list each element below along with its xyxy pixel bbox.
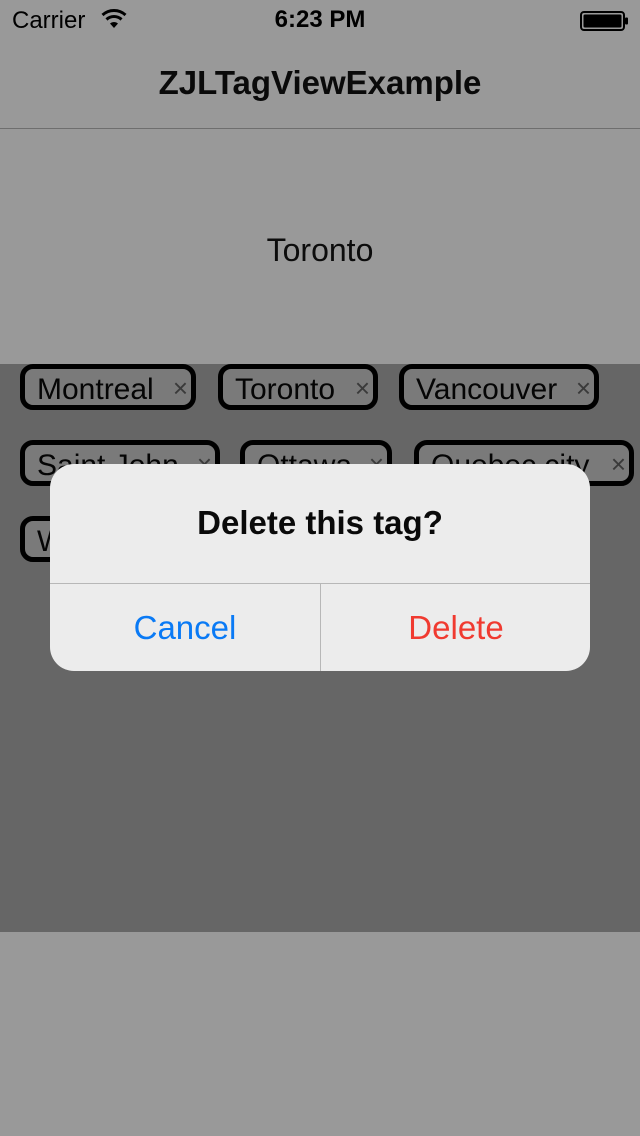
selected-tag-label: Toronto bbox=[266, 232, 374, 268]
cancel-button[interactable]: Cancel bbox=[50, 584, 320, 671]
clock: 6:23 PM bbox=[274, 6, 366, 33]
tag-toronto[interactable]: Toronto × bbox=[218, 364, 378, 410]
tag-vancouver[interactable]: Vancouver × bbox=[399, 364, 599, 410]
close-icon[interactable]: × bbox=[355, 373, 370, 404]
app-screen: Carrier 6:23 PM ZJLTagViewExample Toront… bbox=[0, 0, 640, 1136]
close-icon[interactable]: × bbox=[173, 373, 188, 404]
alert-title: Delete this tag? bbox=[197, 504, 443, 541]
tag-label: Toronto bbox=[235, 373, 336, 406]
tag-label: Montreal bbox=[37, 373, 154, 406]
tag-montreal[interactable]: Montreal × bbox=[20, 364, 196, 410]
delete-tag-alert: Delete this tag? Cancel Delete bbox=[50, 464, 590, 671]
status-bar: Carrier 6:23 PM bbox=[0, 0, 640, 40]
navigation-bar: ZJLTagViewExample bbox=[0, 40, 640, 129]
battery-icon bbox=[580, 10, 630, 31]
close-icon[interactable]: × bbox=[611, 449, 626, 480]
nav-title: ZJLTagViewExample bbox=[158, 64, 482, 101]
close-icon[interactable]: × bbox=[576, 373, 591, 404]
delete-button[interactable]: Delete bbox=[321, 584, 590, 671]
tag-label: Vancouver bbox=[416, 373, 558, 406]
